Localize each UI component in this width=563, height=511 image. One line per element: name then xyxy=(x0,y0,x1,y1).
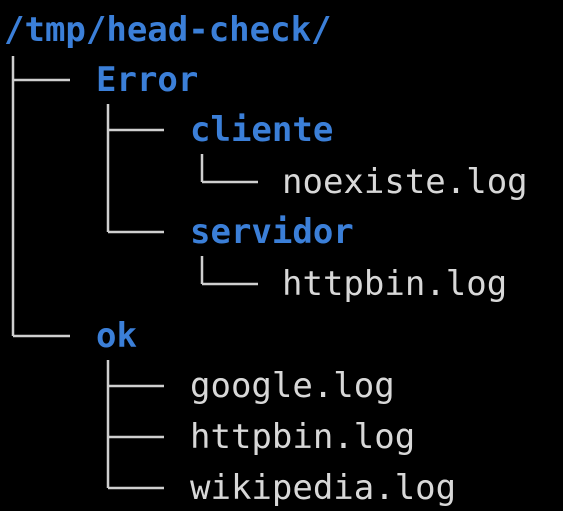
tree-dir-cliente: cliente xyxy=(190,110,334,150)
tree-file-httpbin-error: httpbin.log xyxy=(282,264,508,304)
tree-file-wikipedia: wikipedia.log xyxy=(190,468,457,508)
root-path: /tmp/head-check/ xyxy=(4,10,332,50)
terminal-window: /tmp/head-check/ Error cliente noexiste.… xyxy=(0,0,563,511)
tree-dir-servidor: servidor xyxy=(190,212,354,252)
tree-dir-error: Error xyxy=(96,60,199,100)
tree-dir-ok: ok xyxy=(96,316,137,356)
tree-file-google: google.log xyxy=(190,366,395,406)
tree-file-noexiste: noexiste.log xyxy=(282,162,528,202)
tree-file-httpbin-ok: httpbin.log xyxy=(190,417,416,457)
